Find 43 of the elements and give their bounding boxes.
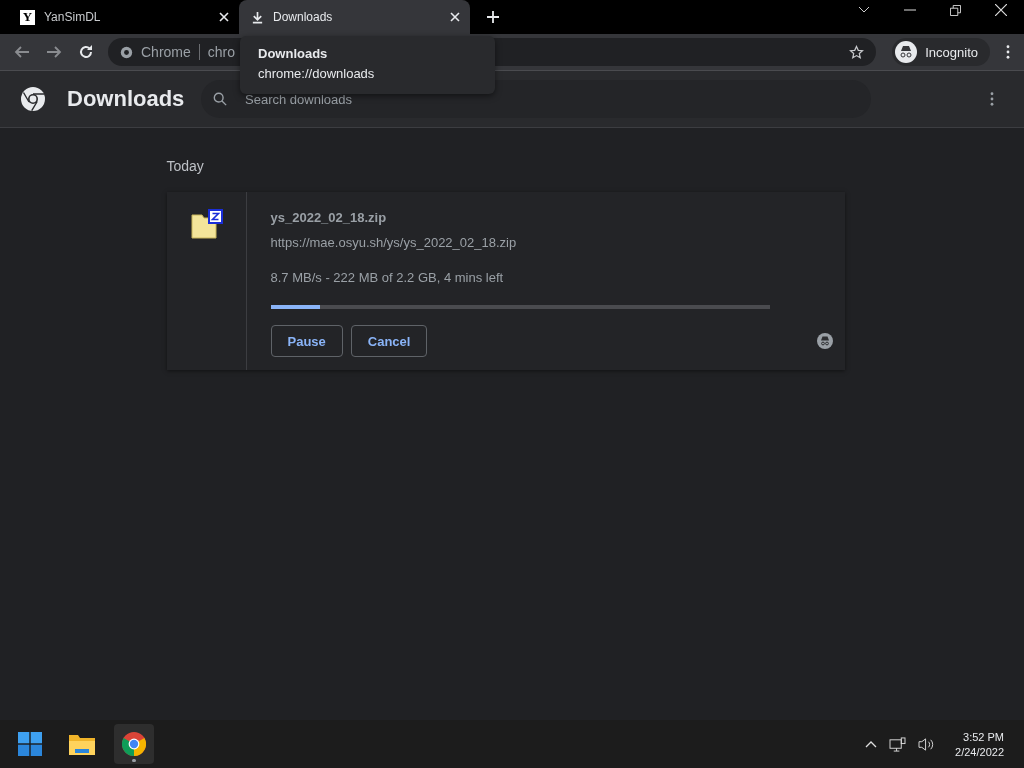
network-icon[interactable]	[889, 736, 907, 752]
close-icon[interactable]	[219, 12, 229, 22]
folder-icon	[69, 733, 95, 755]
close-icon[interactable]	[450, 12, 460, 22]
incognito-button[interactable]: Incognito	[892, 38, 990, 66]
new-tab-icon[interactable]	[486, 10, 500, 24]
action-button[interactable]: Cancel	[350, 325, 428, 357]
menu-icon[interactable]	[1006, 45, 1010, 59]
site-favicon: Y	[20, 9, 35, 25]
back-icon[interactable]	[14, 44, 30, 60]
tooltip-title: Downloads	[258, 46, 329, 61]
chevron-down-icon[interactable]	[858, 6, 870, 14]
zip-file-icon	[190, 209, 223, 239]
tab-title: YanSimDL	[44, 10, 102, 24]
incognito-icon	[895, 41, 918, 63]
more-icon[interactable]	[990, 92, 994, 106]
url-text: chro	[207, 44, 236, 60]
browser-tab[interactable]: Downloads	[239, 0, 470, 34]
source-url[interactable]: https://mae.osyu.sh/ys/ys_2022_02_18.zip	[270, 235, 833, 250]
tooltip-url: chrome://downloads	[258, 66, 376, 81]
file-name: ys_2022_02_18.zip	[270, 210, 388, 225]
download-icon	[251, 10, 264, 24]
search-icon	[213, 92, 227, 106]
action-button[interactable]: Pause	[270, 325, 343, 357]
clock-time[interactable]: 3:52 PM	[963, 730, 1004, 743]
browser-tab[interactable]: Y YanSimDL	[8, 0, 239, 34]
restore-icon[interactable]	[950, 4, 961, 16]
clock-date[interactable]: 2/24/2022	[955, 745, 1004, 758]
reload-icon[interactable]	[78, 44, 94, 60]
tab-title: Downloads	[273, 10, 334, 24]
windows-icon	[18, 732, 42, 756]
forward-icon[interactable]	[46, 44, 62, 60]
close-icon[interactable]	[995, 4, 1007, 16]
site-label: Chrome	[141, 44, 191, 60]
taskbar-app[interactable]	[114, 724, 154, 764]
star-icon[interactable]	[849, 44, 865, 60]
page-title: Downloads	[67, 86, 186, 112]
chrome-logo-icon	[21, 87, 45, 111]
incognito-icon	[816, 333, 833, 349]
chevron-up-icon[interactable]	[865, 740, 878, 748]
date-heading: Today	[166, 158, 205, 174]
speaker-icon[interactable]	[918, 736, 936, 752]
download-status: 8.7 MB/s - 222 MB of 2.2 GB, 4 mins left	[270, 270, 505, 285]
